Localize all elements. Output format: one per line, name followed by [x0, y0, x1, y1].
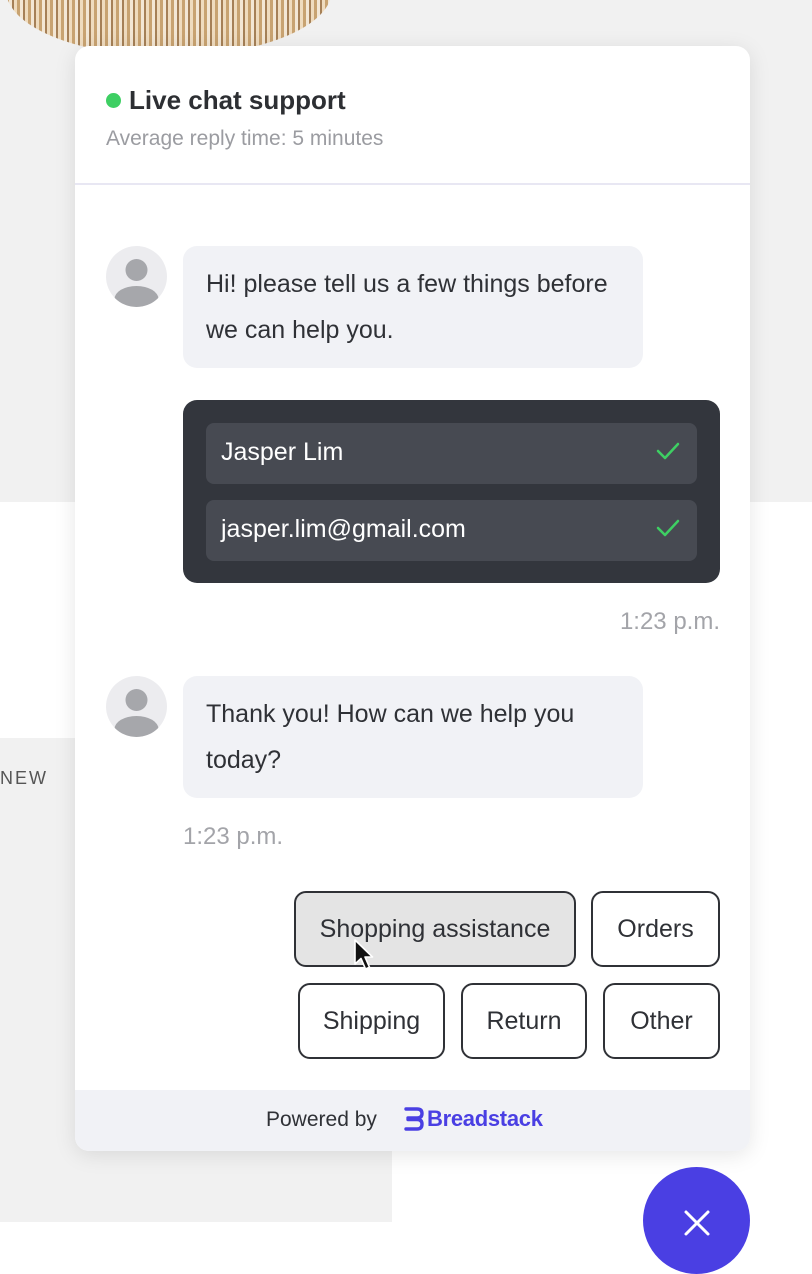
- quick-reply-orders[interactable]: Orders: [591, 891, 720, 967]
- check-icon: [656, 519, 680, 537]
- quick-reply-return[interactable]: Return: [461, 983, 587, 1059]
- name-field: Jasper Lim: [206, 423, 697, 484]
- agent-avatar-icon: [106, 246, 167, 307]
- user-info-card: Jasper Lim jasper.lim@gmail.com: [183, 400, 720, 583]
- new-badge: NEW: [0, 768, 48, 788]
- brand-name: Breadstack: [427, 1106, 543, 1131]
- breadstack-link[interactable]: Breadstack: [404, 1106, 543, 1132]
- agent-avatar-icon: [106, 676, 167, 737]
- chat-title: Live chat support: [129, 85, 346, 115]
- mouse-cursor-icon: [354, 939, 374, 970]
- quick-reply-shipping[interactable]: Shipping: [298, 983, 445, 1059]
- agent-message: Thank you! How can we help you today?: [183, 676, 643, 798]
- breadstack-logo-icon: [404, 1107, 424, 1131]
- reply-time: Average reply time: 5 minutes: [106, 127, 384, 150]
- email-field: jasper.lim@gmail.com: [206, 500, 697, 561]
- name-value: Jasper Lim: [221, 438, 344, 466]
- check-icon: [656, 442, 680, 460]
- close-chat-button[interactable]: [643, 1167, 750, 1274]
- quick-reply-other[interactable]: Other: [603, 983, 720, 1059]
- message-timestamp: 1:23 p.m.: [619, 608, 720, 635]
- close-icon: [684, 1210, 710, 1236]
- chat-footer: Powered by Breadstack: [75, 1090, 750, 1151]
- online-status-icon: [106, 93, 121, 108]
- chat-header: Live chat support Average reply time: 5 …: [75, 46, 750, 185]
- agent-message: Hi! please tell us a few things before w…: [183, 246, 643, 368]
- message-timestamp: 1:23 p.m.: [183, 823, 284, 850]
- chat-widget: Live chat support Average reply time: 5 …: [75, 46, 750, 1151]
- powered-by-label: Powered by: [266, 1108, 377, 1131]
- quick-reply-shopping-assistance[interactable]: Shopping assistance: [294, 891, 576, 967]
- email-value: jasper.lim@gmail.com: [221, 515, 466, 543]
